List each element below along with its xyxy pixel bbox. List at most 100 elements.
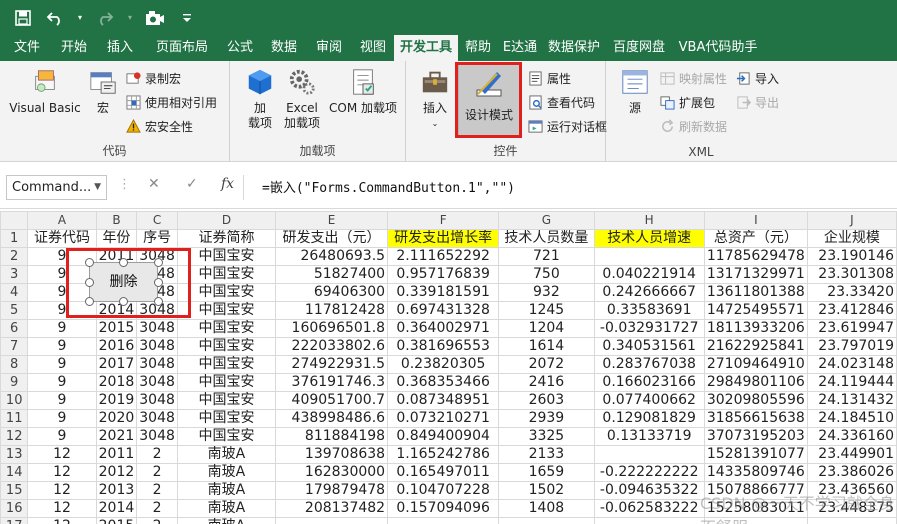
cell[interactable]: 0.849400904 [387, 427, 500, 446]
cell[interactable]: 1408 [498, 499, 595, 518]
cell[interactable]: 12 [27, 463, 97, 482]
cell[interactable]: 37073195203 [703, 427, 808, 446]
resize-handle[interactable] [119, 297, 128, 306]
cell[interactable]: 证券简称 [176, 229, 277, 248]
cell[interactable]: 2019 [95, 391, 138, 410]
resize-handle[interactable] [154, 278, 163, 287]
excel-addin-button[interactable]: Excel 加载项 [280, 67, 324, 131]
tab-2[interactable]: 插入 [94, 35, 146, 61]
cell[interactable]: 24.023148 [806, 355, 897, 374]
row-header[interactable]: 6 [0, 319, 29, 338]
tab-4[interactable]: 公式 [218, 35, 262, 61]
cell[interactable]: 208137482 [275, 499, 389, 518]
camera-icon[interactable] [144, 7, 166, 29]
resize-handle[interactable] [85, 278, 94, 287]
undo-dropdown-icon[interactable]: ▾ [76, 7, 84, 29]
column-header[interactable]: F [387, 211, 500, 230]
cell[interactable]: 24.131432 [806, 391, 897, 410]
cell[interactable]: 24.119444 [806, 373, 897, 392]
cell[interactable]: 811884198 [275, 427, 389, 446]
cell[interactable]: 23.619947 [806, 319, 897, 338]
cell[interactable]: 3048 [136, 337, 178, 356]
column-header[interactable]: C [136, 211, 178, 230]
cell[interactable]: 23.190146 [806, 247, 897, 266]
row-header[interactable]: 2 [0, 247, 29, 266]
cell[interactable]: 南玻A [176, 499, 277, 518]
cell[interactable]: 11785629478 [703, 247, 808, 266]
cell[interactable]: 9 [27, 427, 97, 446]
macro-button[interactable]: 宏 [86, 67, 120, 116]
cell[interactable]: 12 [27, 445, 97, 464]
tab-10[interactable]: E达通 [498, 35, 542, 61]
column-header[interactable]: E [275, 211, 389, 230]
cell[interactable]: 3048 [136, 355, 178, 374]
cell[interactable]: 2011 [95, 445, 138, 464]
cell[interactable]: 9 [27, 373, 97, 392]
cell[interactable]: 3048 [136, 391, 178, 410]
cell[interactable]: 0.157094096 [387, 499, 500, 518]
cell[interactable]: 2 [136, 481, 178, 500]
cell[interactable]: 中国宝安 [176, 409, 277, 428]
column-header[interactable]: D [176, 211, 277, 230]
column-header[interactable]: H [593, 211, 705, 230]
cell[interactable]: 0.364002971 [387, 319, 500, 338]
cell[interactable]: 南玻A [176, 517, 277, 524]
undo-icon[interactable] [44, 7, 66, 29]
cell[interactable]: 0.33583691 [593, 301, 705, 320]
cell[interactable]: 9 [27, 355, 97, 374]
cell[interactable]: 24.184510 [806, 409, 897, 428]
cell[interactable]: 中国宝安 [176, 247, 277, 266]
resize-handle[interactable] [85, 258, 94, 267]
cell[interactable]: 0.697431328 [387, 301, 500, 320]
cell[interactable]: 0.077400662 [593, 391, 705, 410]
cell[interactable]: 2133 [498, 445, 595, 464]
cell[interactable]: 750 [498, 265, 595, 284]
name-box[interactable]: Command... ▼ [6, 175, 107, 200]
column-header[interactable]: G [498, 211, 595, 230]
cell[interactable]: 12 [27, 481, 97, 500]
cell[interactable]: 南玻A [176, 481, 277, 500]
tab-5[interactable]: 数据 [262, 35, 306, 61]
cell[interactable]: 3048 [136, 373, 178, 392]
cell[interactable]: 0.23820305 [387, 355, 500, 374]
cell[interactable]: 1245 [498, 301, 595, 320]
cell[interactable]: 274922931.5 [275, 355, 389, 374]
cell[interactable]: 企业规模 [806, 229, 897, 248]
column-header[interactable]: A [27, 211, 97, 230]
view-code-button[interactable]: 查看代码 [528, 92, 595, 112]
cell[interactable]: 1659 [498, 463, 595, 482]
cell[interactable]: 222033802.6 [275, 337, 389, 356]
cell[interactable]: 中国宝安 [176, 283, 277, 302]
cell[interactable]: 1614 [498, 337, 595, 356]
tab-3[interactable]: 页面布局 [146, 35, 218, 61]
cell[interactable]: 2603 [498, 391, 595, 410]
row-header[interactable]: 15 [0, 481, 29, 500]
cell[interactable]: 技术人员数量 [498, 229, 595, 248]
cell[interactable]: 1204 [498, 319, 595, 338]
run-dialog-button[interactable]: 运行对话框 [528, 116, 607, 136]
row-header[interactable]: 5 [0, 301, 29, 320]
cell[interactable]: 2939 [498, 409, 595, 428]
row-header[interactable]: 4 [0, 283, 29, 302]
tab-0[interactable]: 文件 [0, 35, 54, 61]
cell[interactable]: 21622925841 [703, 337, 808, 356]
row-header[interactable]: 17 [0, 517, 29, 524]
cell[interactable]: 13171329971 [703, 265, 808, 284]
cell[interactable]: 中国宝安 [176, 391, 277, 410]
redo-dropdown-icon[interactable]: ▾ [126, 7, 134, 29]
cell[interactable] [387, 517, 500, 524]
row-header[interactable]: 12 [0, 427, 29, 446]
cell[interactable]: 9 [27, 319, 97, 338]
row-header[interactable]: 8 [0, 355, 29, 374]
cell[interactable]: 3048 [136, 319, 178, 338]
cell[interactable]: 2015 [95, 319, 138, 338]
cell[interactable]: 27109464910 [703, 355, 808, 374]
cell[interactable]: 研发支出增长率 [387, 229, 500, 248]
cell[interactable]: 0.104707228 [387, 481, 500, 500]
cell[interactable]: 2016 [95, 337, 138, 356]
cell[interactable]: 技术人员增速 [593, 229, 705, 248]
cancel-icon[interactable]: ✕ [148, 176, 160, 192]
cell[interactable]: 117812428 [275, 301, 389, 320]
cell[interactable]: 2416 [498, 373, 595, 392]
cell[interactable] [275, 517, 389, 524]
